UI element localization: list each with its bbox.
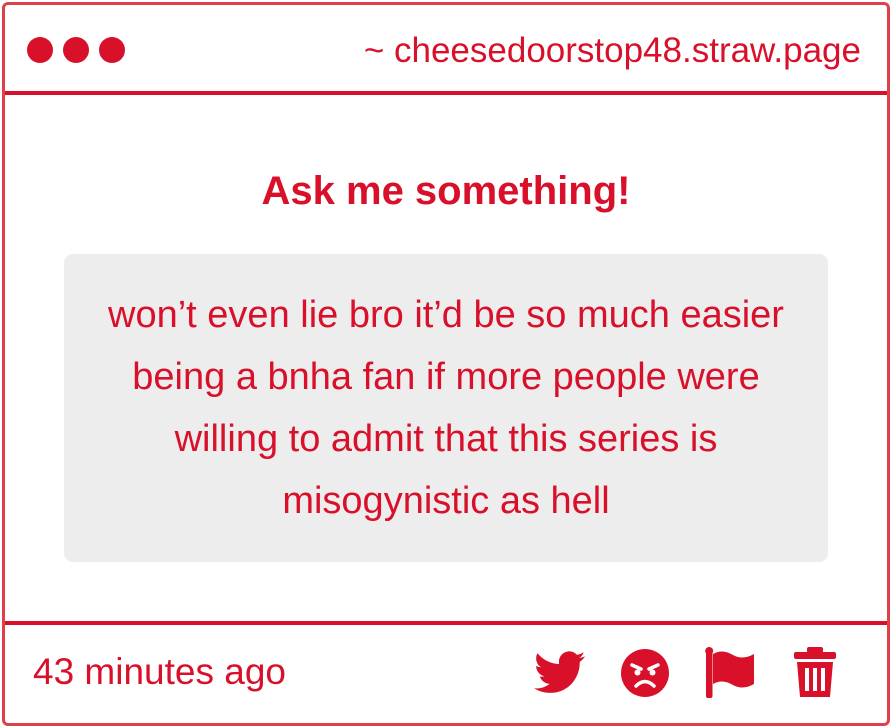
question-text: won’t even lie bro it’d be so much easie… (108, 294, 784, 522)
trash-icon (794, 647, 836, 697)
angry-face-icon (621, 649, 669, 697)
window-dot (63, 37, 89, 63)
card-window: ~ cheesedoorstop48.straw.page Ask me som… (2, 2, 890, 726)
share-twitter-button[interactable] (534, 647, 586, 699)
window-dots (27, 37, 125, 63)
page-url[interactable]: ~ cheesedoorstop48.straw.page (364, 29, 861, 73)
flag-icon (705, 647, 754, 698)
action-bar (534, 647, 841, 699)
title-bar: ~ cheesedoorstop48.straw.page (5, 5, 887, 95)
report-button[interactable] (704, 647, 756, 699)
react-angry-button[interactable] (619, 647, 671, 699)
page-title: Ask me something! (261, 169, 631, 213)
window-dot (27, 37, 53, 63)
card-footer: 43 minutes ago (5, 621, 887, 723)
twitter-icon (534, 651, 586, 693)
window-dot (99, 37, 125, 63)
delete-button[interactable] (789, 647, 841, 699)
question-box: won’t even lie bro it’d be so much easie… (64, 254, 828, 562)
timestamp: 43 minutes ago (33, 651, 287, 692)
